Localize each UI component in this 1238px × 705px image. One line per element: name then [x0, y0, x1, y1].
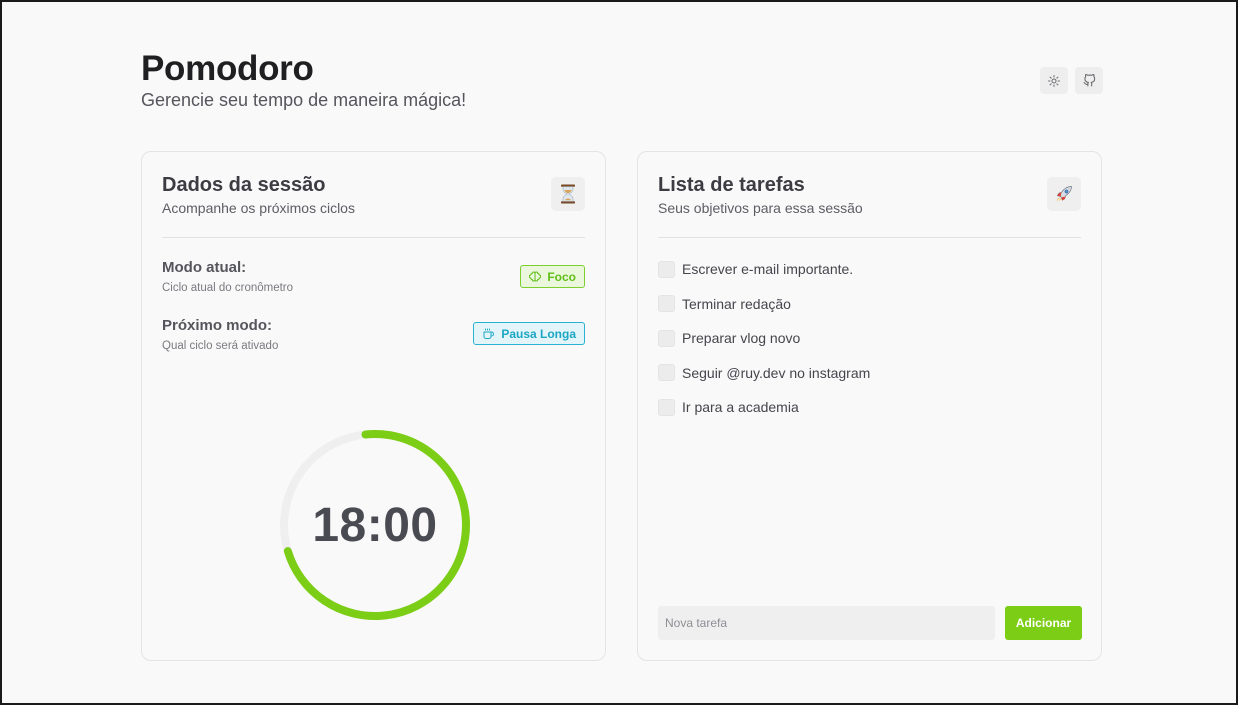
add-task-button[interactable]: Adicionar	[1005, 606, 1082, 640]
tasks-card-title: Lista de tarefas	[658, 174, 805, 196]
task-label: Escrever e-mail importante.	[682, 261, 854, 277]
rocket-icon	[1047, 177, 1081, 211]
github-button[interactable]	[1075, 67, 1103, 94]
current-mode-row: Modo atual: Ciclo atual do cronômetro Fo…	[162, 259, 585, 294]
new-task-input[interactable]	[658, 606, 995, 640]
task-item: Preparar vlog novo	[658, 327, 870, 349]
tasks-card-subtitle: Seus objetivos para essa sessão	[658, 200, 863, 216]
coffee-icon	[483, 328, 495, 339]
next-mode-badge: Pausa Longa	[473, 322, 585, 345]
task-list: Escrever e-mail importante. Terminar red…	[658, 258, 870, 431]
task-label: Terminar redação	[682, 295, 791, 312]
current-mode-badge-label: Foco	[547, 269, 576, 284]
app-subtitle: Gerencie seu tempo de maneira mágica!	[141, 90, 467, 110]
theme-toggle-button[interactable]	[1040, 67, 1068, 94]
tasks-card: Lista de tarefas Seus objetivos para ess…	[637, 151, 1102, 661]
session-card-title: Dados da sessão	[162, 174, 326, 196]
task-checkbox[interactable]	[658, 260, 675, 278]
task-label: Seguir @ruy.dev no instagram	[682, 364, 871, 381]
task-item: Ir para a academia	[658, 396, 870, 418]
task-checkbox[interactable]	[658, 295, 675, 312]
session-card-header: Dados da sessão Acompanhe os próximos ci…	[162, 172, 355, 216]
next-mode-badge-label: Pausa Longa	[501, 326, 576, 341]
tasks-divider	[658, 237, 1081, 238]
timer: 18:00	[275, 425, 475, 625]
task-item: Seguir @ruy.dev no instagram	[658, 362, 870, 384]
hourglass-icon	[551, 177, 585, 211]
task-label: Preparar vlog novo	[682, 330, 801, 346]
app-title: Pomodoro	[141, 49, 314, 88]
current-mode-badge: Foco	[520, 265, 585, 288]
task-checkbox[interactable]	[658, 329, 675, 347]
task-item: Escrever e-mail importante.	[658, 258, 870, 280]
session-card: Dados da sessão Acompanhe os próximos ci…	[141, 151, 606, 661]
task-checkbox[interactable]	[658, 398, 675, 416]
session-divider	[162, 237, 585, 238]
timer-display: 18:00	[312, 498, 438, 552]
top-actions	[1040, 67, 1103, 94]
task-item: Terminar redação	[658, 293, 870, 315]
task-label: Ir para a academia	[682, 399, 799, 415]
next-mode-row: Próximo modo: Qual ciclo será ativado Pa…	[162, 317, 585, 352]
github-icon	[1083, 74, 1095, 87]
tasks-card-header: Lista de tarefas Seus objetivos para ess…	[658, 172, 863, 216]
brain-icon	[529, 271, 542, 281]
session-card-subtitle: Acompanhe os próximos ciclos	[162, 200, 355, 216]
app-window: Pomodoro Gerencie seu tempo de maneira m…	[0, 0, 1238, 705]
sun-icon	[1048, 74, 1060, 87]
task-checkbox[interactable]	[658, 364, 675, 381]
page-header: Pomodoro Gerencie seu tempo de maneira m…	[141, 49, 466, 111]
